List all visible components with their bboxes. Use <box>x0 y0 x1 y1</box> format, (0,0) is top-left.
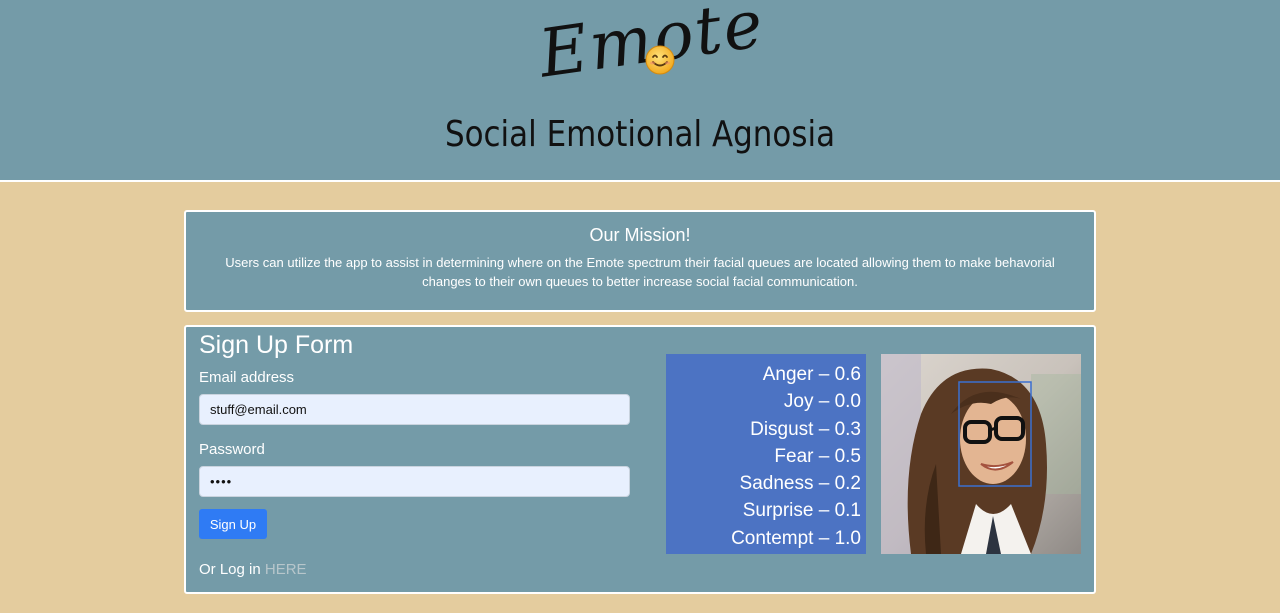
login-prompt: Or Log in HERE <box>199 561 307 579</box>
emotion-score: Joy – 0.0 <box>783 391 861 413</box>
emotion-score: Sadness – 0.2 <box>739 473 861 495</box>
emotion-scores-panel: Anger – 0.6 Joy – 0.0 Disgust – 0.3 Fear… <box>666 354 866 554</box>
face-detection-photo <box>881 354 1081 554</box>
signup-card: Sign Up Form Email address Password Sign… <box>184 325 1096 594</box>
emotion-score: Disgust – 0.3 <box>750 418 861 440</box>
mission-text: Users can utilize the app to assist in d… <box>225 255 1055 289</box>
email-label: Email address <box>199 369 295 386</box>
sign-up-button[interactable]: Sign Up <box>199 509 267 539</box>
site-subtitle: Social Emotional Agnosia <box>444 114 836 155</box>
mission-title: Our Mission! <box>589 225 691 245</box>
emote-logo: Emote <box>535 0 770 105</box>
emotion-score: Anger – 0.6 <box>762 364 861 385</box>
signup-title: Sign Up Form <box>199 331 354 359</box>
emotion-score: Surprise – 0.1 <box>742 500 861 522</box>
emotion-score: Contempt – 1.0 <box>731 527 861 549</box>
login-link[interactable]: HERE <box>265 561 307 578</box>
email-field[interactable] <box>199 394 630 425</box>
password-label: Password <box>199 441 265 458</box>
mission-card: Our Mission! Users can utilize the app t… <box>184 210 1096 312</box>
smiling-face-icon <box>645 45 675 75</box>
emotion-score: Fear – 0.5 <box>774 445 861 467</box>
login-prefix: Or Log in <box>199 561 261 578</box>
password-field[interactable] <box>199 466 630 497</box>
site-header: Emote Social Emotional Agnosia <box>0 0 1280 182</box>
